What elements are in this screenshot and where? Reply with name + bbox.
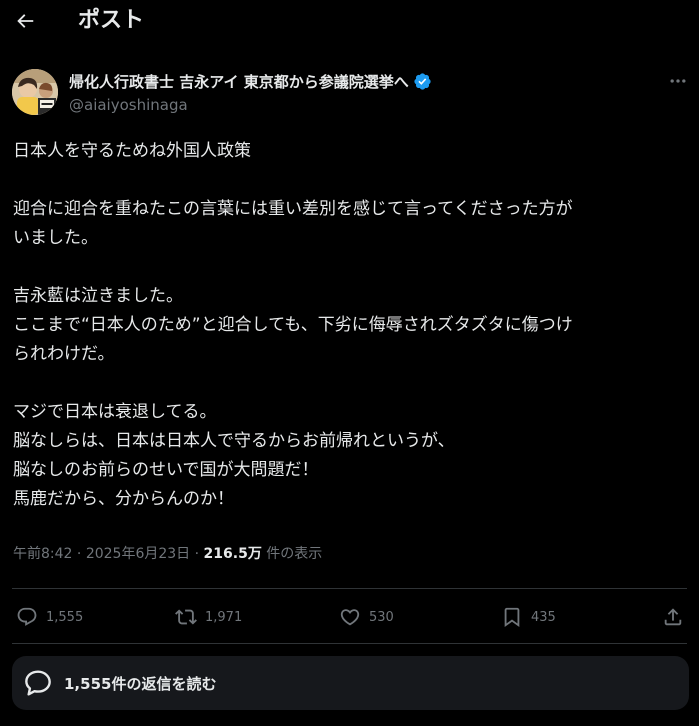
views-count: 216.5万	[203, 546, 262, 562]
tweet-line: 脳なしらは、日本は日本人で守るからお前帰れというが、	[13, 431, 455, 451]
tweet-line: 迎合に迎合を重ねたこの言葉には重い差別を感じて言ってくださった方が	[13, 199, 573, 219]
comment-bubble-icon	[16, 606, 38, 628]
top-bar: ポスト	[0, 0, 699, 48]
bookmark-icon	[501, 606, 523, 628]
avatar[interactable]	[12, 69, 58, 115]
reply-button[interactable]: 1,555	[16, 600, 83, 634]
tweet-line: 吉永藍は泣きました。	[13, 286, 183, 306]
author-name-row[interactable]: 帰化人行政書士 吉永アイ 東京都から参議院選挙へ	[69, 69, 432, 93]
page-title: ポスト	[78, 8, 145, 33]
share-button[interactable]	[662, 600, 684, 634]
more-horizontal-icon	[668, 71, 688, 91]
heart-icon	[339, 606, 361, 628]
back-button[interactable]	[10, 6, 40, 36]
action-bar: 1,555 1,971 530 435	[0, 600, 699, 634]
tweet-line: 馬鹿だから、分からんのか！	[13, 489, 234, 509]
tweet-line: 日本人を守るためね外国人政策	[13, 141, 251, 161]
meta-separator: ·	[72, 546, 86, 562]
divider	[12, 643, 687, 644]
tweet-line: られわけだ。	[13, 344, 115, 364]
views-label: 件の表示	[261, 546, 323, 562]
meta-separator: ·	[190, 546, 204, 562]
read-replies-button[interactable]: 1,555件の返信を読む	[12, 656, 689, 710]
tweet-time[interactable]: 午前8:42	[13, 546, 72, 562]
more-button[interactable]	[665, 70, 691, 92]
divider	[12, 588, 687, 589]
bookmark-button[interactable]: 435	[501, 600, 556, 634]
tweet-line	[13, 369, 689, 398]
author-handle[interactable]: @aiaiyoshinaga	[69, 95, 188, 115]
chat-bubble-icon	[22, 667, 54, 699]
arrow-left-icon	[14, 10, 36, 32]
tweet-meta: 午前8:42 · 2025年6月23日 · 216.5万 件の表示	[13, 543, 322, 565]
tweet-line: いました。	[13, 228, 98, 248]
verified-badge-icon	[413, 72, 432, 91]
repost-count: 1,971	[205, 609, 243, 625]
tweet-text: 日本人を守るためね外国人政策 迎合に迎合を重ねたこの言葉には重い差別を感じて言っ…	[13, 137, 689, 514]
tweet-line: マジで日本は衰退してる。	[13, 402, 217, 422]
tweet-line	[13, 253, 689, 282]
repost-icon	[175, 606, 197, 628]
tweet-date[interactable]: 2025年6月23日	[86, 546, 190, 562]
reply-count: 1,555	[46, 609, 84, 625]
share-icon	[662, 606, 684, 628]
bookmark-count: 435	[531, 609, 556, 625]
tweet-line: ここまで“日本人のため”と迎合しても、下劣に侮辱されズタズタに傷つけ	[13, 315, 573, 335]
repost-button[interactable]: 1,971	[175, 600, 242, 634]
like-count: 530	[369, 609, 394, 625]
author-display-name[interactable]: 帰化人行政書士 吉永アイ 東京都から参議院選挙へ	[69, 71, 409, 92]
tweet-line	[13, 166, 689, 195]
like-button[interactable]: 530	[339, 600, 394, 634]
tweet-line: 脳なしのお前らのせいで国が大問題だ！	[13, 460, 319, 480]
read-replies-label: 1,555件の返信を読む	[64, 674, 217, 693]
